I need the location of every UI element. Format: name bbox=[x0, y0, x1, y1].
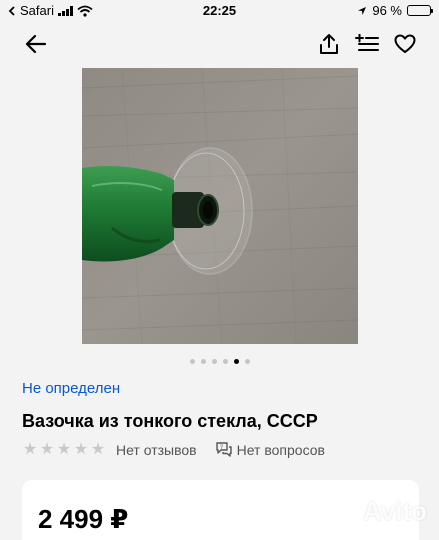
add-to-list-icon bbox=[355, 34, 379, 51]
questions-label: Нет вопросов bbox=[236, 441, 325, 458]
page-title: Вазочка из тонкого стекла, СССР bbox=[22, 411, 318, 431]
svg-text:?: ? bbox=[220, 444, 223, 451]
gallery-dot[interactable] bbox=[244, 359, 250, 364]
back-button[interactable] bbox=[22, 30, 50, 58]
avito-watermark-text: Avito bbox=[362, 496, 427, 526]
rating-row: ★ ★ ★ ★ ★ Нет отзывов ? Нет вопросов bbox=[22, 441, 325, 458]
battery-icon bbox=[407, 5, 433, 16]
gallery-dot[interactable] bbox=[189, 359, 195, 364]
star-icon: ★ bbox=[56, 440, 72, 458]
avito-logo-icon bbox=[331, 498, 356, 524]
star-icon: ★ bbox=[22, 440, 38, 458]
battery-percent: 96 % bbox=[372, 3, 402, 18]
gallery-dot[interactable] bbox=[200, 359, 206, 364]
share-icon bbox=[320, 34, 338, 54]
product-photo[interactable] bbox=[82, 68, 358, 344]
heart-icon bbox=[394, 34, 416, 53]
gallery-dot[interactable] bbox=[233, 359, 239, 364]
seller-status-link[interactable]: Не определен bbox=[22, 380, 120, 397]
star-icon: ★ bbox=[73, 440, 89, 458]
avito-watermark: Avito bbox=[329, 496, 427, 527]
vase-image bbox=[82, 68, 358, 344]
star-icon: ★ bbox=[39, 440, 55, 458]
rating-stars: ★ ★ ★ ★ ★ bbox=[22, 440, 106, 458]
gallery-dot[interactable] bbox=[211, 359, 217, 364]
reviews-link[interactable]: Нет отзывов bbox=[116, 442, 197, 458]
add-to-list-button[interactable] bbox=[353, 30, 381, 58]
status-bar: Safari 22:25 96 % bbox=[0, 0, 439, 22]
arrow-left-icon bbox=[25, 34, 47, 54]
questions-link[interactable]: ? Нет вопросов bbox=[215, 441, 325, 458]
share-button[interactable] bbox=[315, 30, 343, 58]
question-bubble-icon: ? bbox=[215, 442, 232, 457]
gallery-pagination[interactable] bbox=[0, 359, 439, 364]
gallery-dot[interactable] bbox=[222, 359, 228, 364]
location-arrow-icon bbox=[358, 6, 367, 15]
status-right: 96 % bbox=[357, 3, 433, 18]
nav-bar bbox=[0, 22, 439, 66]
favorite-button[interactable] bbox=[391, 30, 419, 58]
star-icon: ★ bbox=[90, 440, 106, 458]
price-value: 2 499 ₽ bbox=[38, 504, 129, 534]
